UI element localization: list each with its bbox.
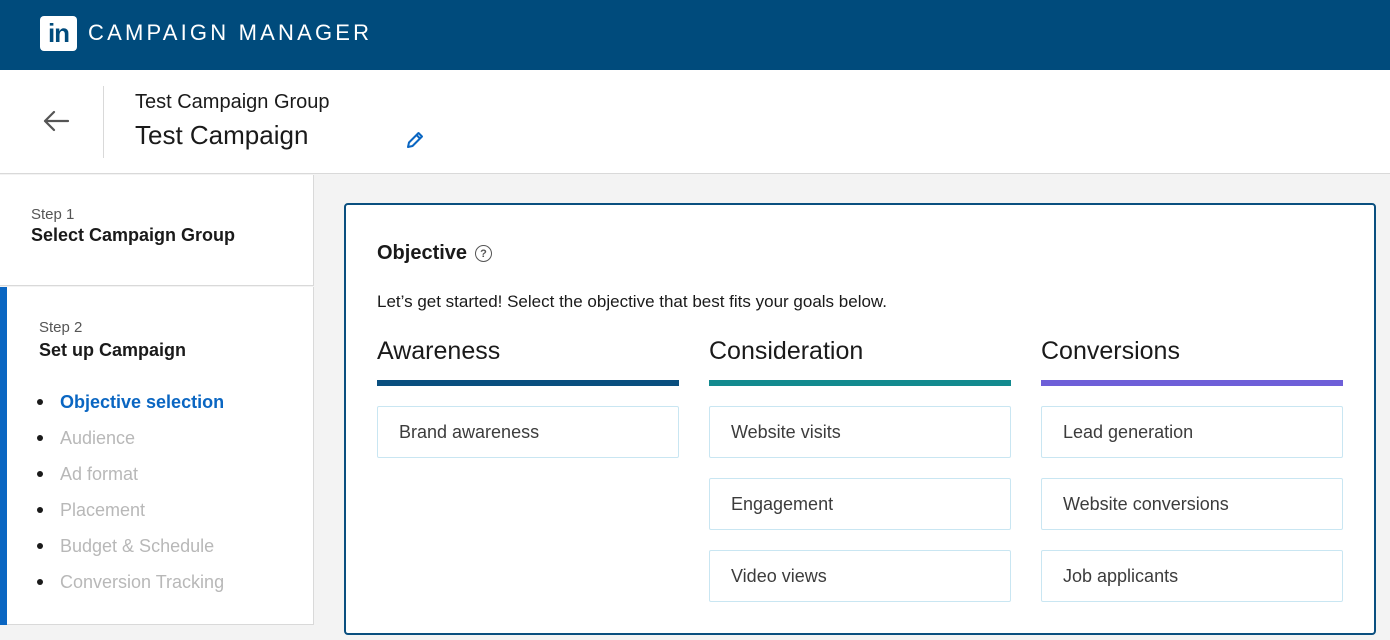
step-title: Set up Campaign [39, 340, 187, 360]
arrow-left-icon [43, 110, 70, 132]
bullet-icon [37, 579, 43, 585]
option-website-visits[interactable]: Website visits [709, 406, 1011, 458]
objective-heading: Objective ? [377, 242, 493, 265]
substep-label: Placement [60, 499, 146, 520]
edit-campaign-name-button[interactable] [403, 128, 427, 152]
help-icon[interactable]: ? [475, 245, 493, 262]
campaign-name: Test Campaign [135, 120, 309, 150]
step-select-campaign-group[interactable]: Step 1 Select Campaign Group [0, 175, 314, 286]
substep-label: Objective selection [60, 391, 225, 412]
column-color-bar [709, 380, 1011, 386]
bullet-icon [37, 507, 43, 513]
column-color-bar [1041, 380, 1343, 386]
option-list: Lead generation Website conversions Job … [1041, 406, 1343, 602]
option-engagement[interactable]: Engagement [709, 478, 1011, 530]
substep-label: Conversion Tracking [60, 571, 225, 592]
campaign-group-name: Test Campaign Group [135, 91, 330, 113]
option-list: Brand awareness [377, 406, 679, 458]
column-title: Conversions [1041, 337, 1180, 365]
column-title: Consideration [709, 337, 864, 365]
substep-list: Objective selection Audience Ad format P… [36, 384, 224, 600]
bullet-icon [37, 435, 43, 441]
substep-label: Ad format [60, 463, 139, 484]
option-list: Website visits Engagement Video views [709, 406, 1011, 602]
bullet-icon [37, 543, 43, 549]
substep-ad-format[interactable]: Ad format [36, 456, 224, 492]
option-website-conversions[interactable]: Website conversions [1041, 478, 1343, 530]
step-number: Step 1 [31, 206, 75, 223]
substep-objective-selection[interactable]: Objective selection [36, 384, 224, 420]
active-step-indicator [0, 287, 7, 625]
objective-card: Objective ? Let’s get started! Select th… [344, 203, 1376, 635]
objective-description: Let’s get started! Select the objective … [377, 292, 887, 311]
top-bar: in CAMPAIGN MANAGER [0, 0, 1390, 70]
back-button[interactable] [30, 98, 82, 144]
column-title: Awareness [377, 337, 501, 365]
objective-title: Objective [377, 242, 468, 264]
bullet-icon [37, 471, 43, 477]
substep-placement[interactable]: Placement [36, 492, 224, 528]
option-job-applicants[interactable]: Job applicants [1041, 550, 1343, 602]
step-title: Select Campaign Group [31, 225, 236, 245]
linkedin-logo[interactable]: in [40, 16, 77, 51]
substep-audience[interactable]: Audience [36, 420, 224, 456]
substep-budget-schedule[interactable]: Budget & Schedule [36, 528, 224, 564]
column-awareness: Awareness Brand awareness [377, 337, 679, 478]
step-number: Step 2 [39, 319, 83, 336]
pencil-icon [407, 132, 423, 148]
column-consideration: Consideration Website visits Engagement … [709, 337, 1011, 622]
app-title: CAMPAIGN MANAGER [88, 20, 373, 45]
substep-label: Audience [60, 427, 136, 448]
option-brand-awareness[interactable]: Brand awareness [377, 406, 679, 458]
setup-steps-sidebar: Step 1 Select Campaign Group Step 2 Set … [0, 175, 315, 640]
substep-conversion-tracking[interactable]: Conversion Tracking [36, 564, 224, 600]
step-set-up-campaign: Step 2 Set up Campaign Objective selecti… [0, 287, 314, 625]
campaign-header: Test Campaign Group Test Campaign [0, 70, 1390, 174]
header-divider [103, 86, 104, 158]
option-video-views[interactable]: Video views [709, 550, 1011, 602]
column-color-bar [377, 380, 679, 386]
substep-label: Budget & Schedule [60, 535, 215, 556]
option-lead-generation[interactable]: Lead generation [1041, 406, 1343, 458]
column-conversions: Conversions Lead generation Website conv… [1041, 337, 1343, 622]
bullet-icon [37, 399, 43, 405]
